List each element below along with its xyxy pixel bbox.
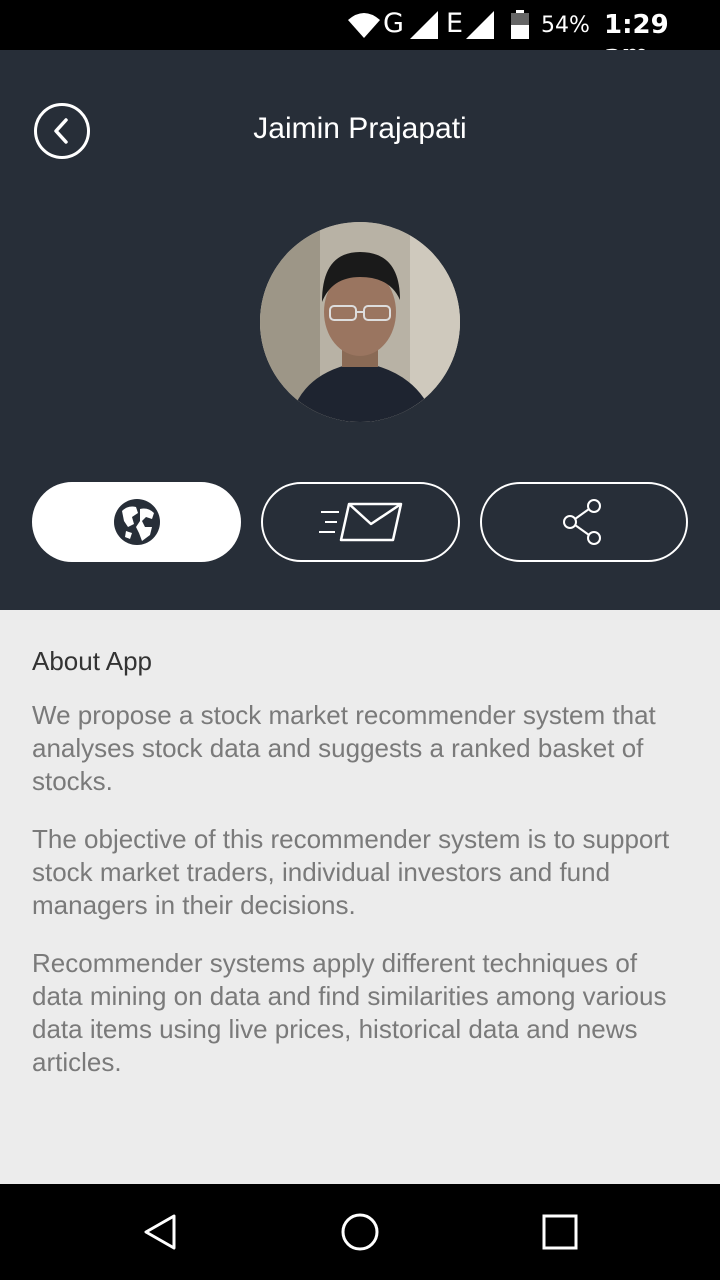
signal-icon-2 bbox=[466, 11, 494, 39]
navigation-bar bbox=[0, 1184, 720, 1280]
network-type-label-2: E bbox=[446, 8, 464, 39]
signal-icon bbox=[410, 11, 438, 39]
network-type-label: G bbox=[383, 8, 404, 39]
page-title: Jaimin Prajapati bbox=[253, 112, 467, 145]
email-button[interactable] bbox=[261, 482, 460, 562]
share-icon bbox=[563, 499, 601, 545]
battery-icon bbox=[511, 10, 529, 39]
profile-header: Jaimin Prajapati bbox=[0, 50, 720, 610]
recents-square-icon[interactable] bbox=[540, 1212, 580, 1252]
about-section: About App We propose a stock market reco… bbox=[0, 610, 720, 1184]
about-title: About App bbox=[32, 646, 152, 676]
home-circle-icon[interactable] bbox=[340, 1212, 380, 1252]
globe-icon bbox=[113, 499, 160, 545]
status-bar: G E 54% 1:29 am bbox=[0, 0, 720, 70]
website-button[interactable] bbox=[32, 482, 241, 562]
avatar bbox=[260, 222, 460, 422]
about-paragraph-3: Recommender systems apply different tech… bbox=[32, 948, 667, 1077]
about-paragraph-1: We propose a stock market recommender sy… bbox=[32, 700, 656, 796]
battery-percent: 54% bbox=[541, 13, 590, 38]
wifi-icon bbox=[348, 13, 380, 38]
mail-icon bbox=[318, 502, 402, 542]
back-triangle-icon[interactable] bbox=[140, 1212, 180, 1252]
about-paragraph-2: The objective of this recommender system… bbox=[32, 824, 670, 920]
share-button[interactable] bbox=[480, 482, 688, 562]
screen: G E 54% 1:29 am Jaimin Prajapati bbox=[0, 0, 720, 1280]
profile-photo bbox=[260, 222, 460, 422]
action-buttons bbox=[0, 482, 720, 562]
